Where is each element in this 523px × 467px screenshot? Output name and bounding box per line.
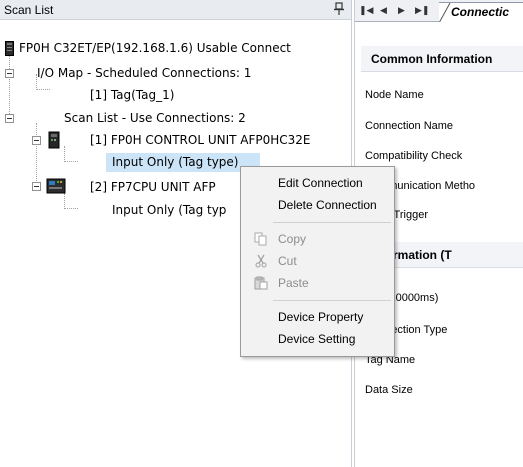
menu-copy[interactable]: Copy: [241, 228, 394, 250]
tree-node-io-map[interactable]: I/O Map - Scheduled Connections: 1: [37, 66, 251, 80]
next-tab-icon[interactable]: ▶: [398, 5, 405, 16]
control-unit-icon: [48, 131, 60, 149]
prop-connection-name: Connection Name: [365, 120, 454, 132]
previous-tab-icon[interactable]: ◀: [380, 5, 387, 16]
clipboard-icon: [254, 276, 268, 290]
tree-guide: [64, 146, 65, 162]
scan-list-header: Scan List: [0, 0, 351, 20]
collapse-expander[interactable]: [32, 182, 41, 191]
tree-guide: [9, 76, 10, 116]
tree-guide: [64, 161, 78, 162]
scissors-icon: [255, 254, 267, 268]
menu-cut[interactable]: Cut: [241, 250, 394, 272]
plc-device-icon: [5, 41, 14, 56]
menu-paste[interactable]: Paste: [241, 272, 394, 294]
copy-icon: [254, 232, 267, 246]
tree-guide: [64, 193, 65, 209]
panel-title: Scan List: [4, 3, 54, 17]
common-info-header: Common Information: [361, 46, 523, 72]
tab-bar: ❚◀ ◀ ▶ ▶❚ Connectic: [355, 0, 523, 22]
tree-guide: [36, 89, 50, 90]
collapse-expander[interactable]: [32, 136, 41, 145]
tree-node-scan-list[interactable]: Scan List - Use Connections: 2: [64, 111, 246, 125]
menu-delete-connection[interactable]: Delete Connection: [241, 194, 394, 216]
menu-device-setting[interactable]: Device Setting: [241, 328, 394, 350]
last-tab-icon[interactable]: ▶❚: [415, 5, 429, 16]
prop-compatibility-check: Compatibility Check: [365, 150, 463, 162]
menu-device-property[interactable]: Device Property: [241, 306, 394, 328]
menu-separator: [273, 300, 391, 301]
tree-node-input-only-1[interactable]: Input Only (Tag type): [112, 155, 239, 169]
collapse-expander[interactable]: [5, 114, 14, 123]
tree-guide: [64, 208, 78, 209]
tree-node-unit-2[interactable]: [2] FP7CPU UNIT AFP: [90, 180, 216, 194]
tree-guide: [36, 123, 37, 183]
tree-node-unit-1[interactable]: [1] FP0H CONTROL UNIT AFP0HC32E: [90, 133, 311, 147]
prop-data-size: Data Size: [365, 384, 413, 396]
fp7-cpu-icon: [46, 178, 66, 194]
collapse-expander[interactable]: [5, 69, 14, 78]
tree-node-tag[interactable]: [1] Tag(Tag_1): [90, 88, 174, 102]
tree-node-root[interactable]: FP0H C32ET/EP(192.168.1.6) Usable Connec…: [19, 41, 291, 55]
menu-edit-connection[interactable]: Edit Connection: [241, 172, 394, 194]
tab-edge: [439, 3, 451, 22]
first-tab-icon[interactable]: ❚◀: [359, 5, 373, 16]
menu-separator: [273, 222, 391, 223]
tree-node-input-only-2[interactable]: Input Only (Tag typ: [112, 203, 226, 217]
context-menu: Edit Connection Delete Connection Copy C…: [240, 166, 395, 357]
tab-connection[interactable]: Connectic: [439, 2, 523, 22]
prop-node-name: Node Name: [365, 89, 424, 101]
pin-icon[interactable]: [333, 2, 345, 16]
